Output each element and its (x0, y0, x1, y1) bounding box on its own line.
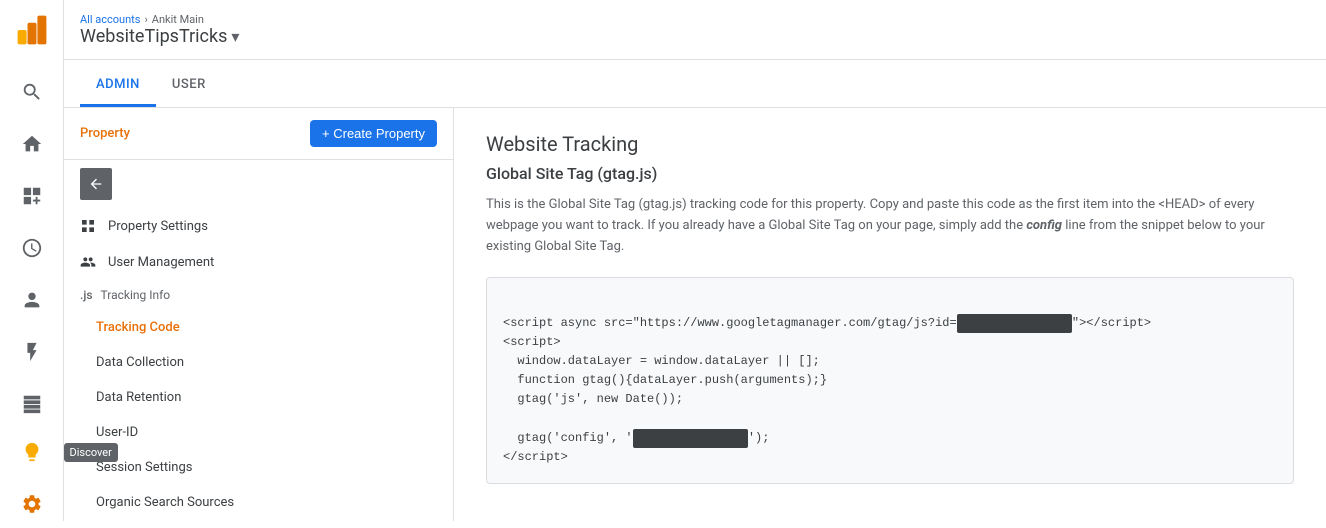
breadcrumb: All accounts › Ankit Main (80, 13, 239, 26)
property-name-text: WebsiteTipsTricks (80, 26, 227, 47)
nav-item-data-collection[interactable]: Data Collection (64, 345, 453, 380)
nav-item-tracking-code[interactable]: Tracking Code (64, 310, 453, 345)
nav-label-data-collection: Data Collection (96, 355, 184, 370)
nav-item-user-management[interactable]: User Management (64, 244, 453, 280)
nav-section-header: Property + Create Property (64, 108, 453, 155)
nav-item-user-id[interactable]: User-ID (64, 415, 453, 450)
nav-label-property-settings: Property Settings (108, 219, 208, 234)
icon-sidebar-items (0, 68, 63, 428)
logo-area (0, 0, 64, 60)
sidebar-bottom: Discover (8, 428, 56, 528)
back-button[interactable] (80, 168, 112, 200)
nav-label-session-settings: Session Settings (96, 460, 192, 475)
right-panel: Website Tracking Global Site Tag (gtag.j… (454, 108, 1326, 521)
breadcrumb-property: Ankit Main (152, 13, 204, 26)
main-area: All accounts › Ankit Main WebsiteTipsTri… (64, 0, 1326, 521)
property-dropdown-arrow[interactable]: ▾ (231, 27, 239, 46)
nav-item-organic-search-sources[interactable]: Organic Search Sources (64, 485, 453, 520)
breadcrumb-separator: › (144, 13, 147, 26)
panel-description-bold: config (1026, 218, 1062, 233)
property-name: WebsiteTipsTricks ▾ (80, 26, 239, 47)
left-nav: Property + Create Property Property Sett… (64, 108, 454, 521)
panel-subtitle: Global Site Tag (gtag.js) (486, 164, 1294, 183)
nav-item-data-retention[interactable]: Data Retention (64, 380, 453, 415)
panel-description: This is the Global Site Tag (gtag.js) tr… (486, 195, 1294, 257)
sidebar-item-table[interactable] (8, 380, 56, 428)
grid-icon (80, 218, 96, 234)
nav-divider (64, 159, 453, 160)
nav-label-tracking-code: Tracking Code (96, 320, 180, 335)
sidebar-item-user[interactable] (8, 276, 56, 324)
sidebar-item-discover[interactable]: Discover (8, 428, 56, 476)
tab-bar: ADMIN USER (64, 60, 1326, 108)
nav-label-user-id: User-ID (96, 425, 138, 440)
sidebar-item-clock[interactable] (8, 224, 56, 272)
tab-admin[interactable]: ADMIN (80, 65, 156, 107)
nav-label-data-retention: Data Retention (96, 390, 181, 405)
panel-title: Website Tracking (486, 132, 1294, 156)
create-property-button[interactable]: + Create Property (310, 120, 437, 147)
redacted-config (633, 429, 748, 448)
nav-label-tracking-info: Tracking Info (101, 288, 171, 302)
account-path: All accounts › Ankit Main WebsiteTipsTri… (80, 13, 239, 47)
ga-logo-icon (14, 12, 50, 48)
code-box[interactable]: <script async src="https://www.googletag… (486, 277, 1294, 484)
icon-sidebar: Discover (0, 0, 64, 521)
users-icon (80, 254, 96, 270)
top-header: All accounts › Ankit Main WebsiteTipsTri… (64, 0, 1326, 60)
sidebar-item-home[interactable] (8, 120, 56, 168)
sidebar-item-search[interactable] (8, 68, 56, 116)
sidebar-item-lightning[interactable] (8, 328, 56, 376)
redacted-id (957, 314, 1072, 333)
property-label: Property (80, 126, 130, 141)
discover-badge-label: Discover (64, 443, 118, 462)
nav-section-tracking-info[interactable]: .js Tracking Info (64, 280, 453, 310)
all-accounts-link[interactable]: All accounts (80, 13, 140, 26)
sidebar-item-dashboard[interactable] (8, 172, 56, 220)
content-area: Property + Create Property Property Sett… (64, 108, 1326, 521)
nav-label-organic-search-sources: Organic Search Sources (96, 495, 234, 510)
nav-label-user-management: User Management (108, 255, 214, 270)
tab-user[interactable]: USER (156, 65, 222, 107)
nav-item-session-settings[interactable]: Session Settings (64, 450, 453, 485)
nav-item-property-settings[interactable]: Property Settings (64, 208, 453, 244)
